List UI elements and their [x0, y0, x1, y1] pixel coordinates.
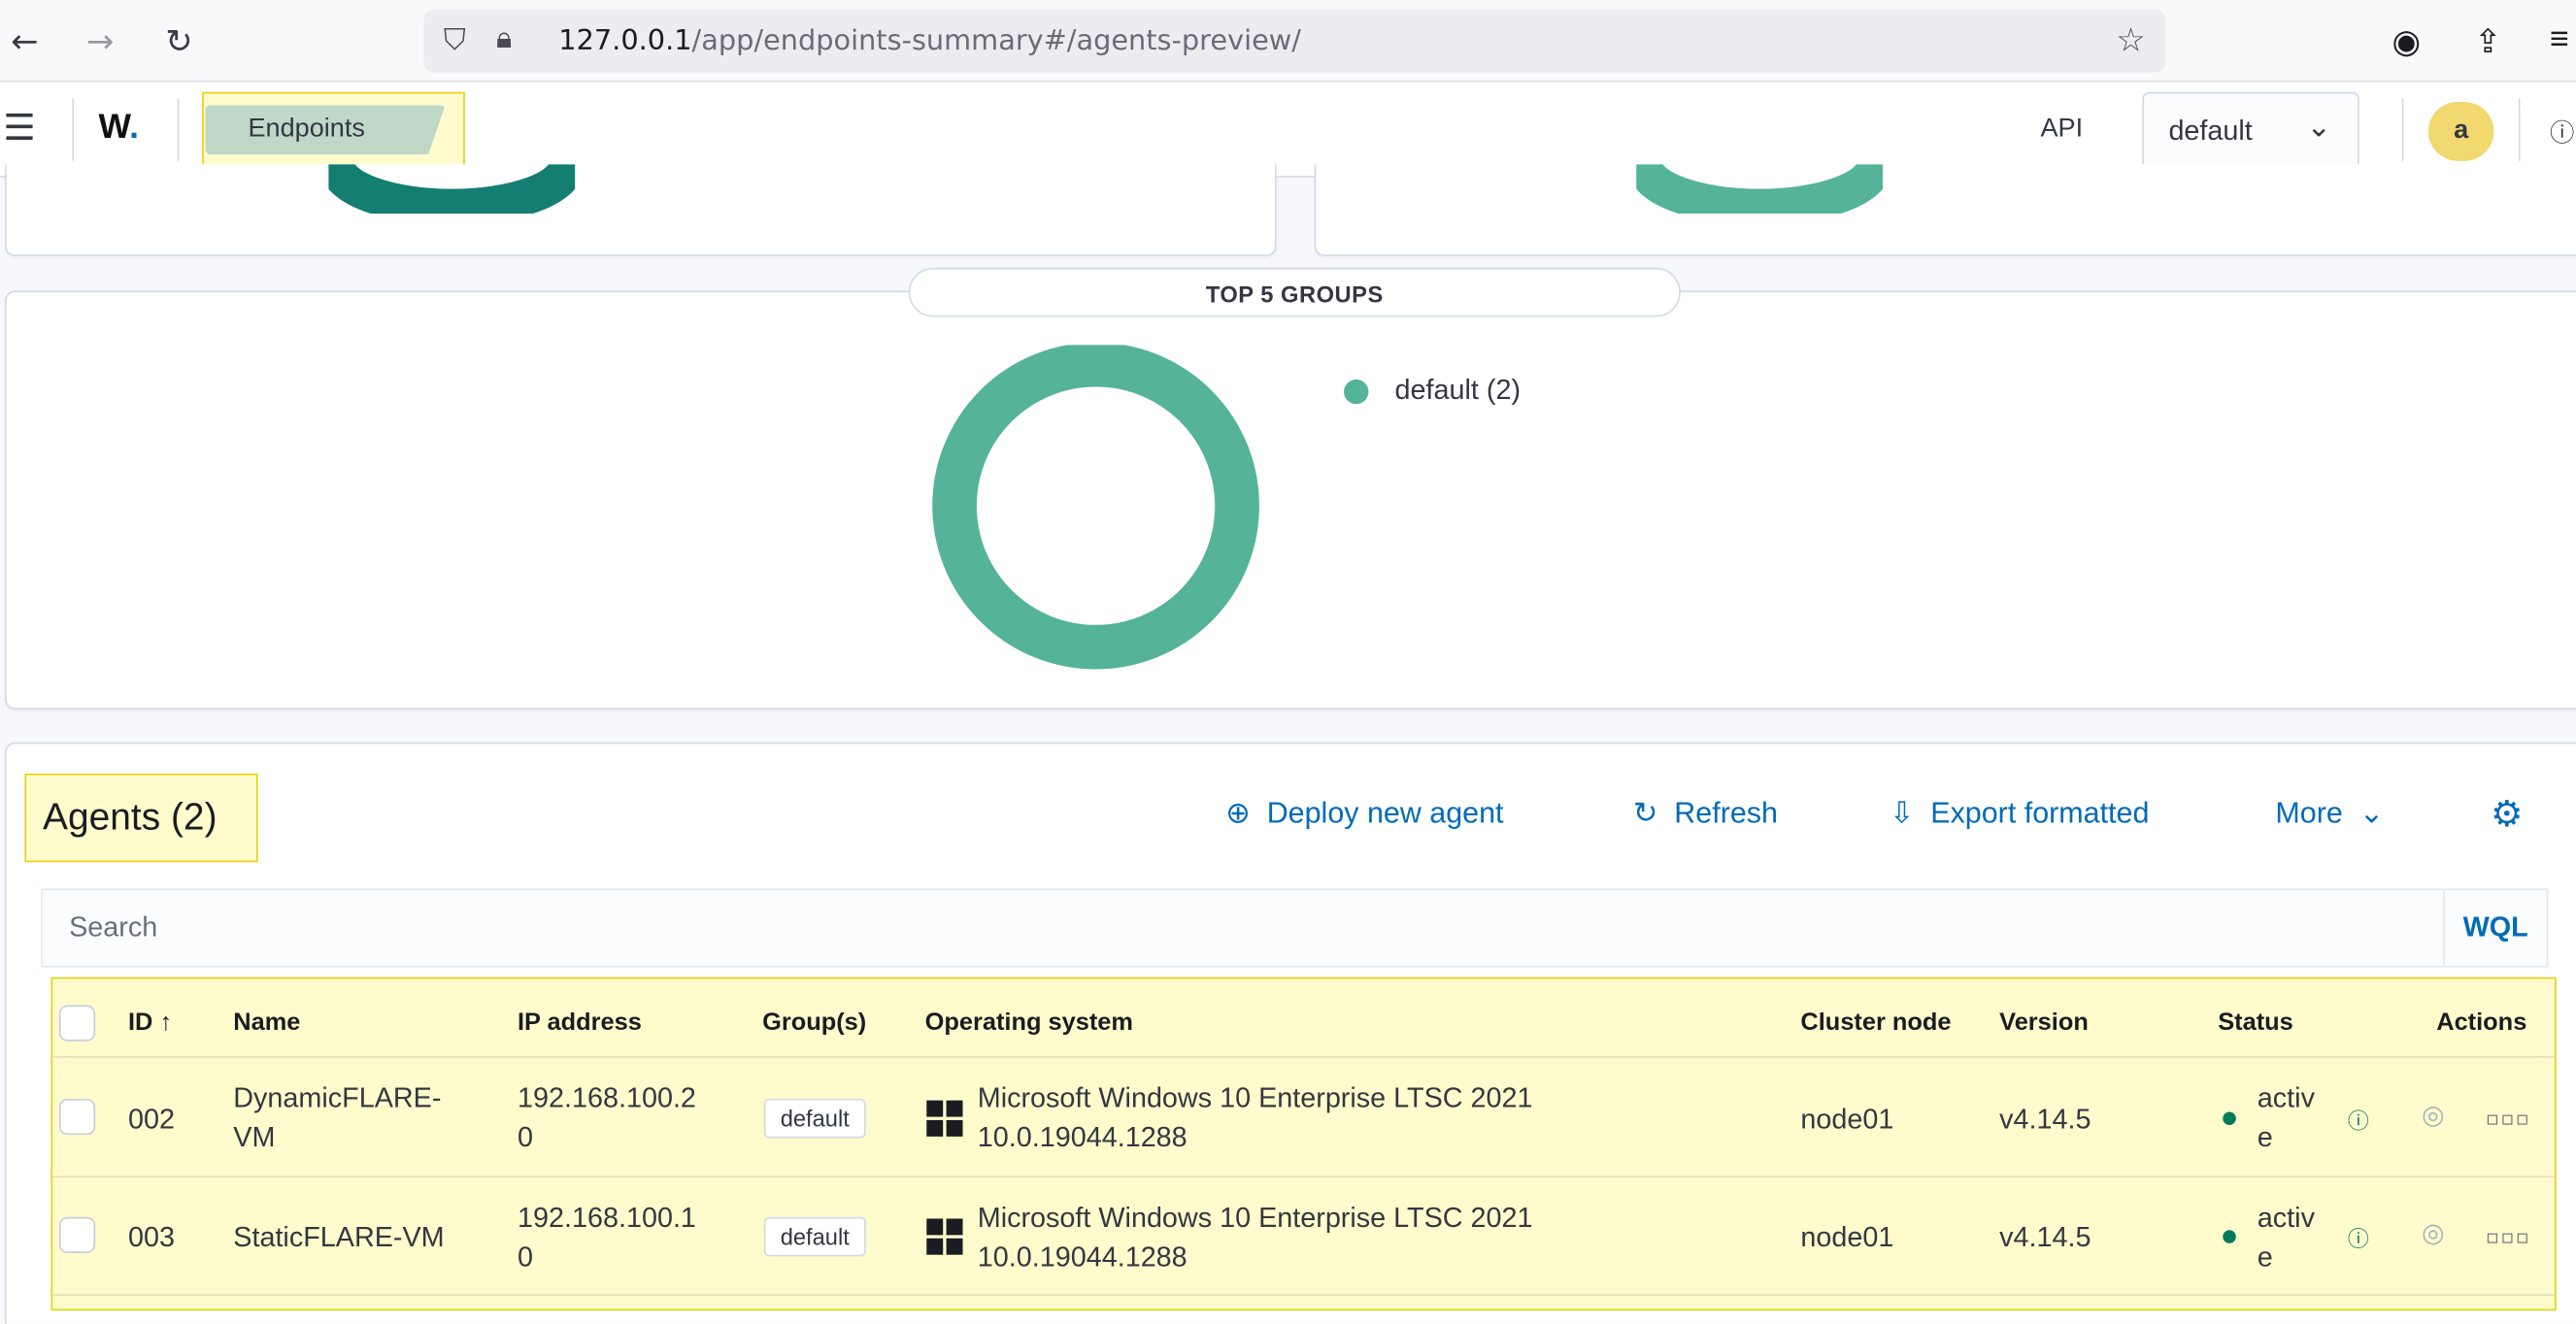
- chevron-down-icon: ⌄: [2359, 796, 2385, 832]
- top-groups-title: TOP 5 GROUPS: [908, 267, 1681, 317]
- windows-icon: [926, 1218, 963, 1255]
- status-panel: [5, 164, 1277, 256]
- agent-name-wrap[interactable]: VM: [233, 1118, 275, 1156]
- agent-ip-wrap: 0: [517, 1121, 534, 1153]
- top-groups-panel: [5, 290, 2576, 710]
- agent-version: v4.14.5: [1999, 1104, 2091, 1136]
- column-header-version[interactable]: Version: [1999, 1009, 2089, 1037]
- header-divider: [2401, 98, 2404, 161]
- column-header-groups[interactable]: Group(s): [762, 1009, 866, 1037]
- header-divider: [2518, 98, 2521, 161]
- windows-icon: [926, 1100, 963, 1137]
- agent-status-wrap: e: [2257, 1121, 2273, 1153]
- column-header-status[interactable]: Status: [2218, 1009, 2293, 1037]
- address-bar[interactable]: ⛉ 🔒︎ 127.0.0.1/app/endpoints-summary#/ag…: [423, 10, 2166, 73]
- column-header-cluster-node[interactable]: Cluster node: [1800, 1009, 1951, 1037]
- url-text: 127.0.0.1/app/endpoints-summary#/agents-…: [558, 24, 1302, 58]
- more-actions-icon[interactable]: ▫▫▫: [2486, 1225, 2530, 1248]
- eye-icon[interactable]: ◎: [2422, 1217, 2445, 1248]
- header-divider: [177, 98, 180, 161]
- agent-ip-wrap: 0: [517, 1241, 534, 1274]
- api-selector[interactable]: default ⌄: [2142, 91, 2359, 171]
- chevron-down-icon: ⌄: [2306, 110, 2331, 145]
- agent-name[interactable]: DynamicFLARE-: [233, 1079, 441, 1117]
- refresh-button[interactable]: ↻ Refresh: [1633, 797, 1778, 832]
- status-dot-icon: [2223, 1111, 2236, 1126]
- column-header-ip[interactable]: IP address: [518, 1009, 642, 1037]
- agent-status: activ: [2257, 1082, 2315, 1114]
- help-icon[interactable]: ⓘ: [2550, 115, 2574, 149]
- search-input[interactable]: [42, 890, 2444, 966]
- agents-title: Agents (2): [42, 794, 217, 838]
- header-divider: [72, 98, 75, 161]
- wql-toggle-button[interactable]: WQL: [2443, 888, 2549, 968]
- api-selected-value: default: [2168, 115, 2253, 147]
- agent-cluster-node: node01: [1800, 1104, 1894, 1136]
- agent-version: v4.14.5: [1999, 1221, 2091, 1253]
- api-link[interactable]: API: [2040, 115, 2083, 144]
- agent-status: activ: [2257, 1202, 2315, 1234]
- row-checkbox[interactable]: [58, 1216, 96, 1253]
- info-icon[interactable]: ⓘ: [2348, 1222, 2369, 1253]
- groups-donut-chart: [932, 345, 1259, 670]
- avatar[interactable]: a: [2427, 101, 2494, 161]
- more-actions-icon[interactable]: ▫▫▫: [2486, 1107, 2530, 1130]
- agent-ip: 192.168.100.1: [517, 1202, 696, 1234]
- export-icon: ⇩: [1889, 796, 1915, 832]
- search-box: [41, 888, 2444, 968]
- extensions-icon[interactable]: ⇪: [2474, 21, 2501, 62]
- agent-ip: 192.168.100.2: [517, 1082, 696, 1114]
- row-divider: [52, 1055, 2556, 1058]
- column-header-name[interactable]: Name: [233, 1009, 300, 1037]
- info-icon[interactable]: ⓘ: [2348, 1104, 2369, 1135]
- group-badge[interactable]: default: [763, 1098, 866, 1139]
- account-icon[interactable]: ◉: [2392, 21, 2422, 62]
- reload-icon[interactable]: ↻: [154, 17, 204, 66]
- hamburger-menu-icon[interactable]: ☰: [3, 109, 35, 149]
- agent-os-version: 10.0.19044.1288: [977, 1241, 1188, 1274]
- arrow-left-icon[interactable]: ←: [0, 17, 50, 66]
- details-panel: [1314, 164, 2576, 256]
- column-header-actions: Actions: [2436, 1008, 2527, 1037]
- eye-icon[interactable]: ◎: [2422, 1099, 2445, 1130]
- agent-id: 002: [127, 1104, 175, 1136]
- lock-icon[interactable]: 🔒︎: [496, 21, 512, 56]
- refresh-icon: ↻: [1632, 796, 1658, 832]
- export-formatted-button[interactable]: ⇩ Export formatted: [1890, 797, 2150, 832]
- column-header-id[interactable]: ID ↑: [128, 1009, 172, 1037]
- bookmark-star-icon[interactable]: ☆: [2116, 19, 2145, 60]
- donut-slice-default[interactable]: [932, 345, 1259, 670]
- more-button[interactable]: More ⌄: [2275, 797, 2384, 832]
- row-checkbox[interactable]: [58, 1098, 96, 1136]
- menu-icon[interactable]: ≡: [2550, 21, 2569, 59]
- arrow-right-icon[interactable]: →: [76, 17, 125, 66]
- column-header-os[interactable]: Operating system: [925, 1009, 1133, 1037]
- group-badge[interactable]: default: [763, 1216, 866, 1257]
- app-logo[interactable]: W.: [99, 109, 139, 149]
- gear-icon[interactable]: ⚙: [2491, 795, 2523, 836]
- status-chart-arc: [328, 164, 576, 214]
- agent-id: 003: [127, 1221, 175, 1253]
- agents-table: [50, 976, 2557, 1311]
- os-chart-arc: [1636, 164, 1884, 214]
- status-dot-icon: [2223, 1230, 2236, 1243]
- select-all-checkbox[interactable]: [58, 1005, 96, 1042]
- breadcrumb-label: Endpoints: [248, 115, 365, 144]
- plus-circle-icon: ⊕: [1225, 796, 1251, 832]
- agent-os: Microsoft Windows 10 Enterprise LTSC 202…: [977, 1082, 1533, 1114]
- agent-name[interactable]: StaticFLARE-VM: [233, 1218, 444, 1256]
- agent-os-version: 10.0.19044.1288: [977, 1121, 1188, 1153]
- legend-item[interactable]: default (2): [1395, 375, 1522, 408]
- shield-icon: ⛉: [443, 22, 466, 56]
- legend-color-swatch: [1344, 379, 1369, 405]
- row-divider: [52, 1294, 2556, 1296]
- deploy-agent-button[interactable]: ⊕ Deploy new agent: [1225, 797, 1503, 832]
- row-divider: [52, 1175, 2556, 1178]
- agent-status-wrap: e: [2257, 1241, 2273, 1274]
- browser-toolbar: ← → ↻ ⛉ 🔒︎ 127.0.0.1/app/endpoints-summa…: [0, 0, 2576, 83]
- agent-cluster-node: node01: [1800, 1221, 1894, 1253]
- agent-os: Microsoft Windows 10 Enterprise LTSC 202…: [977, 1202, 1533, 1234]
